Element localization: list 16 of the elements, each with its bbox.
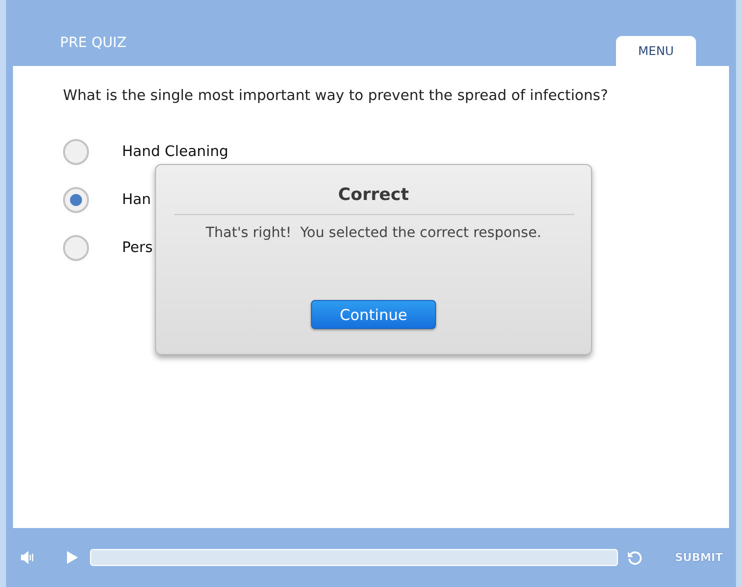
radio-button[interactable] [63,139,89,165]
replay-icon[interactable] [627,550,643,566]
speaker-icon[interactable] [20,551,35,564]
progress-bar[interactable] [90,549,618,566]
quiz-title: PRE QUIZ [60,35,126,51]
radio-button[interactable] [63,187,89,213]
continue-button[interactable]: Continue [311,300,436,329]
question-text: What is the single most important way to prevent the spread of infections? [62,87,610,104]
option-label: Pers [122,240,153,256]
play-icon[interactable] [67,551,78,564]
option-label: Hand Cleaning [122,144,228,160]
radio-button[interactable] [63,235,89,261]
option-label: Han [122,192,151,208]
dialog-message: That's right! You selected the correct response. [206,225,542,241]
menu-tab[interactable]: MENU [616,36,696,66]
dialog-title: Correct [174,185,574,215]
